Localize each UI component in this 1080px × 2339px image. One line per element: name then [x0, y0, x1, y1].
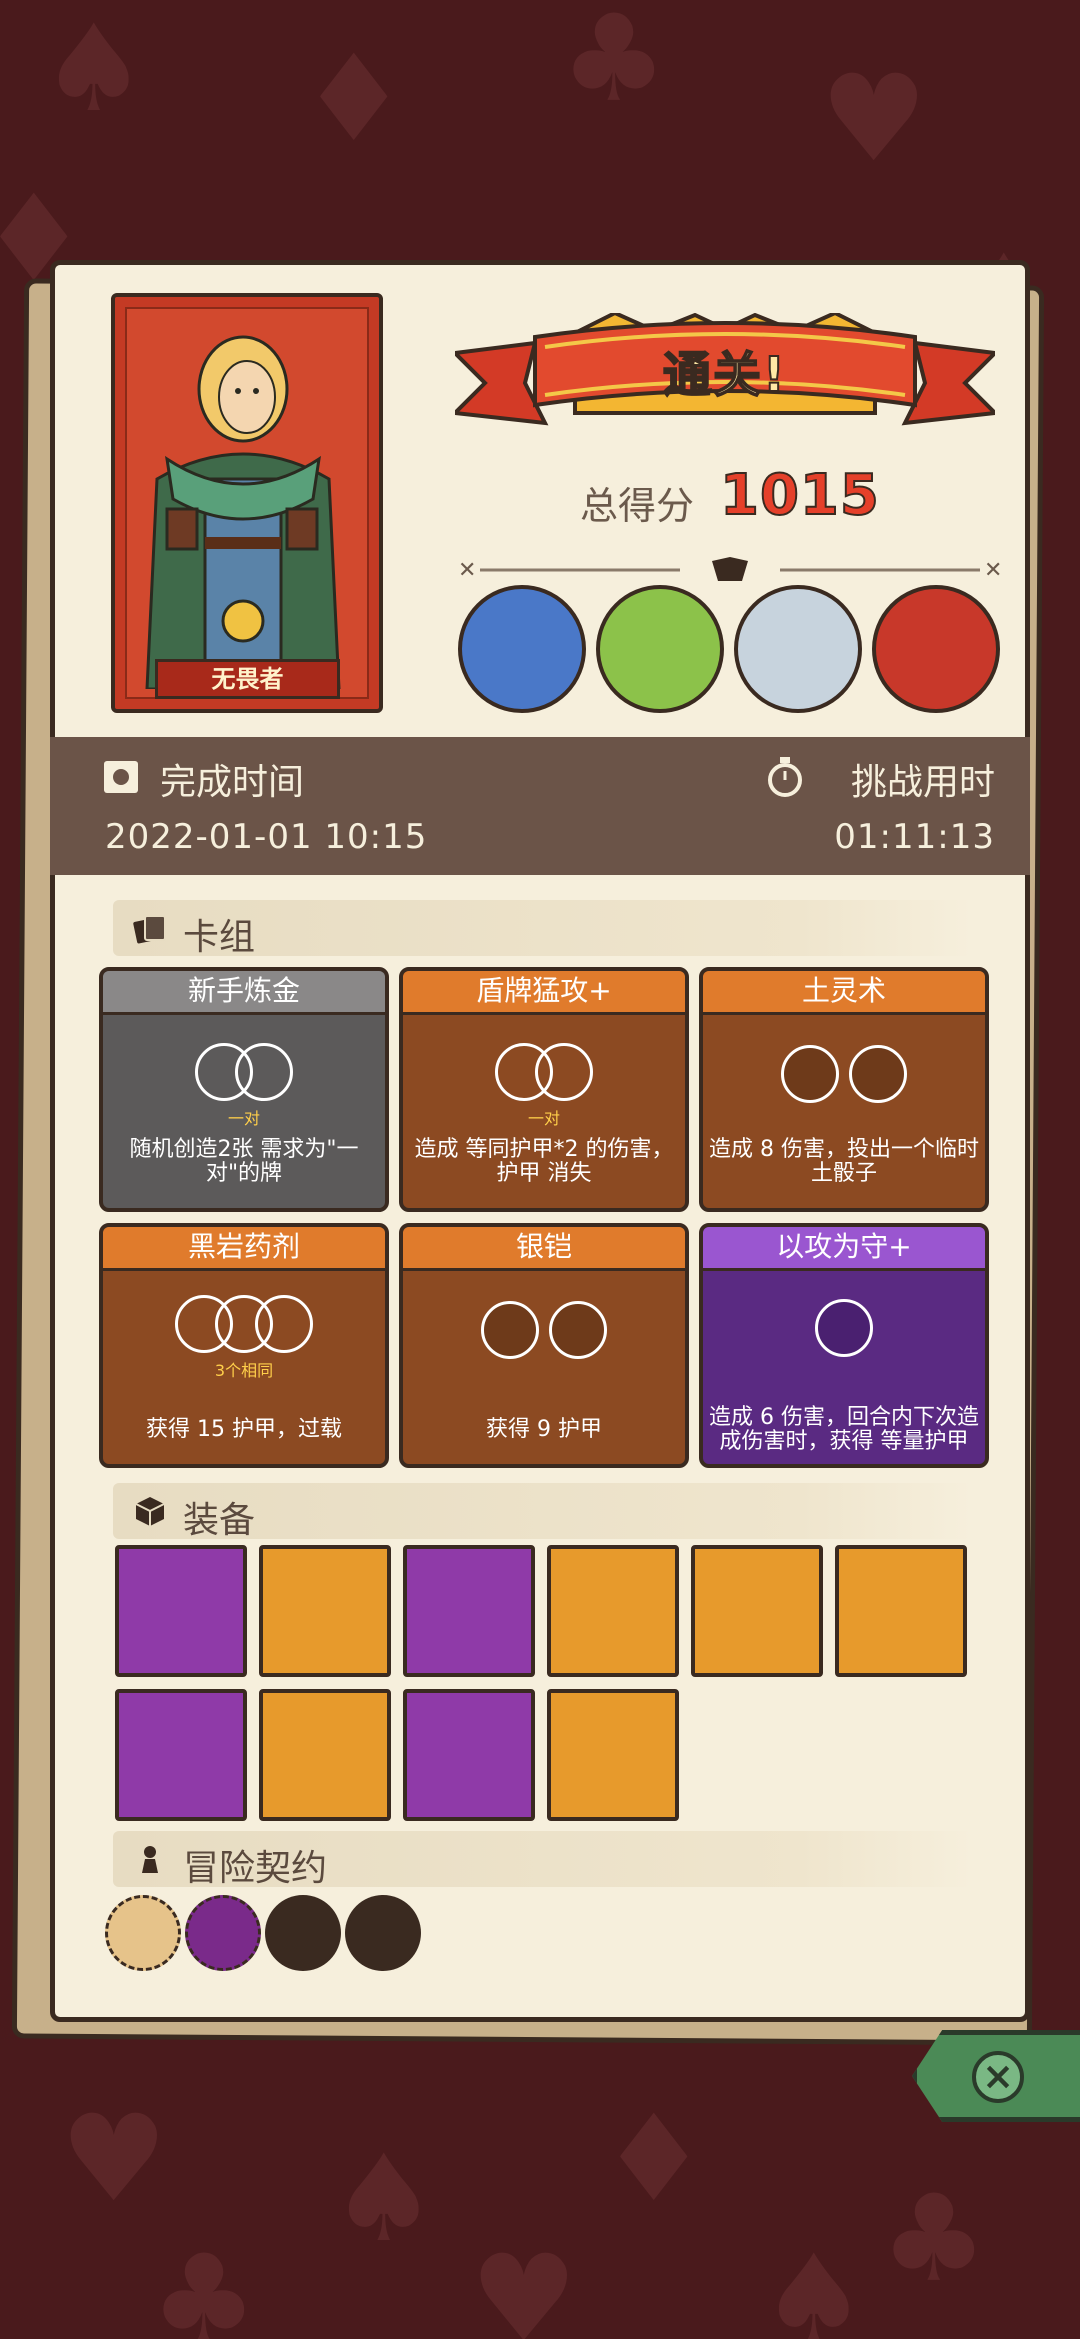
ornament-divider: ✕ ✕: [458, 557, 1002, 583]
card-title: 土灵术: [703, 971, 985, 1015]
cube-icon: [135, 1497, 165, 1526]
deck-title: 卡组: [183, 917, 256, 958]
roast-meat-icon[interactable]: [547, 1545, 679, 1677]
card-requirement: 一对: [527, 1109, 560, 1128]
scroll-icon[interactable]: [105, 1895, 181, 1971]
card-novice-alchemy[interactable]: 新手炼金 一对 随机创造2张 需求为"一对"的牌: [99, 967, 389, 1212]
hexagram-amulet-icon[interactable]: [259, 1689, 391, 1821]
blue-pumpkin-shield-icon[interactable]: [547, 1689, 679, 1821]
time-bar: 完成时间 挑战用时 2022-01-01 10:15 01:11:13: [50, 737, 1030, 875]
victory-title: 通关!: [662, 346, 787, 404]
card-title: 黑岩药剂: [103, 1227, 385, 1271]
card-title: 新手炼金: [103, 971, 385, 1015]
svg-text:✕: ✕: [984, 558, 1002, 583]
gold-coin-icon[interactable]: [259, 1545, 391, 1677]
dice-slot: [535, 1043, 593, 1101]
card-description: 造成 8 伤害，投出一个临时土骰子: [709, 1137, 979, 1186]
rock-dice-slot: [481, 1301, 539, 1359]
card-description: 随机创造2张 需求为"一对"的牌: [129, 1137, 359, 1186]
rock-dice-slot: [781, 1045, 839, 1103]
hero-card[interactable]: 无畏者: [111, 293, 383, 713]
blue-gem-stones-icon[interactable]: [691, 1545, 823, 1677]
moon-dice-slot: [815, 1299, 873, 1357]
card-description: 获得 15 护甲，过载: [146, 1417, 342, 1442]
cards-icon: [133, 915, 166, 944]
rock-dice-slot: [549, 1301, 607, 1359]
card-description: 获得 9 护甲: [486, 1417, 602, 1442]
pipe-icon[interactable]: [265, 1895, 341, 1971]
emerald-bracer-icon[interactable]: [403, 1545, 535, 1677]
green-dragon-portrait[interactable]: [596, 585, 724, 713]
pawn-icon: [142, 1846, 158, 1873]
equipment-header: 装备: [113, 1483, 973, 1541]
card-title: 盾牌猛攻+: [403, 971, 685, 1015]
boss-portraits: [458, 585, 1000, 715]
dice-slot: [235, 1043, 293, 1101]
challenge-time-value: 01:11:13: [834, 817, 995, 857]
close-button[interactable]: ×: [912, 2030, 1080, 2122]
mushroom-sage-portrait[interactable]: [458, 585, 586, 713]
contract-header: 冒险契约: [113, 1831, 973, 1889]
card-description: 造成 6 伤害，回合内下次造成伤害时，获得 等量护甲: [709, 1405, 979, 1454]
finish-time-value: 2022-01-01 10:15: [105, 817, 428, 857]
contract-title: 冒险契约: [183, 1848, 328, 1889]
finish-time-label: 完成时间: [160, 762, 305, 803]
calendar-icon: [104, 761, 138, 793]
close-icon: ×: [972, 2051, 1024, 2103]
score-value: 1015: [719, 462, 880, 529]
equipment-title: 装备: [183, 1500, 256, 1541]
card-offense-as-defense[interactable]: 以攻为守+ 造成 6 伤害，回合内下次造成伤害时，获得 等量护甲: [699, 1223, 989, 1468]
round-target-shield-icon[interactable]: [835, 1545, 967, 1677]
score-label: 总得分: [580, 484, 695, 528]
dice-slot: [255, 1295, 313, 1353]
golden-cube-icon[interactable]: [115, 1689, 247, 1821]
masked-yeti-portrait[interactable]: [734, 585, 862, 713]
rock-dice-slot: [849, 1045, 907, 1103]
green-bird-icon[interactable]: [345, 1895, 421, 1971]
card-shield-bash[interactable]: 盾牌猛攻+ 一对 造成 等同护甲*2 的伤害，护甲 消失: [399, 967, 689, 1212]
card-title: 银铠: [403, 1227, 685, 1271]
challenge-time-label: 挑战用时: [850, 762, 995, 803]
card-title: 以攻为守+: [703, 1227, 985, 1271]
result-panel: 无畏者 通关! 总得分 1015 ✕ ✕ 完成时间 挑战用时 2022-01-0…: [50, 260, 1030, 2022]
card-silver-armor[interactable]: 银铠 获得 9 护甲: [399, 1223, 689, 1468]
golden-heart-shield-icon[interactable]: [115, 1545, 247, 1677]
card-description: 造成 等同护甲*2 的伤害，护甲 消失: [414, 1137, 674, 1186]
wooden-round-shield-icon[interactable]: [403, 1689, 535, 1821]
card-blackrock-potion[interactable]: 黑岩药剂 3个相同 获得 15 护甲，过载: [99, 1223, 389, 1468]
deck-header: 卡组: [113, 900, 973, 958]
stopwatch-icon: [768, 757, 802, 797]
hero-figure-icon: [145, 335, 341, 691]
card-earth-magic[interactable]: 土灵术 造成 8 伤害，投出一个临时土骰子: [699, 967, 989, 1212]
svg-text:✕: ✕: [458, 558, 476, 583]
red-demon-portrait[interactable]: [872, 585, 1000, 713]
card-requirement: 一对: [227, 1109, 260, 1128]
purple-splat-icon[interactable]: [185, 1895, 261, 1971]
hero-portrait: [125, 307, 369, 699]
hero-name-label: 无畏者: [155, 659, 340, 699]
card-requirement: 3个相同: [214, 1361, 274, 1380]
